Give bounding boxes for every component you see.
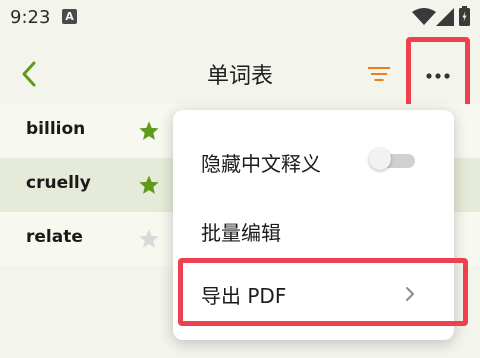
hide-chinese-toggle[interactable]: [369, 148, 415, 170]
word-text: billion: [26, 119, 86, 139]
more-horizontal-icon: [426, 73, 450, 79]
export-pdf-highlight: [178, 258, 468, 326]
menu-label: 隐藏中文释义: [201, 152, 321, 176]
app-bar: 单词表: [0, 34, 480, 116]
filter-icon[interactable]: [368, 65, 390, 83]
battery-icon: [459, 6, 470, 26]
menu-item-hide-chinese[interactable]: 隐藏中文释义: [173, 130, 454, 192]
star-outline-icon[interactable]: [138, 228, 160, 250]
toggle-thumb: [369, 148, 391, 170]
wifi-icon: [412, 8, 436, 25]
word-text: relate: [26, 227, 83, 247]
status-time: 9:23: [10, 7, 51, 28]
star-icon[interactable]: [138, 120, 160, 142]
signal-icon: [436, 8, 454, 26]
menu-label: 批量编辑: [201, 221, 281, 245]
word-text: cruelly: [26, 173, 91, 193]
star-icon[interactable]: [138, 174, 160, 196]
menu-item-batch-edit[interactable]: 批量编辑: [173, 199, 454, 261]
status-bar: 9:23 A: [0, 0, 480, 34]
a-notification-icon: A: [62, 9, 77, 24]
